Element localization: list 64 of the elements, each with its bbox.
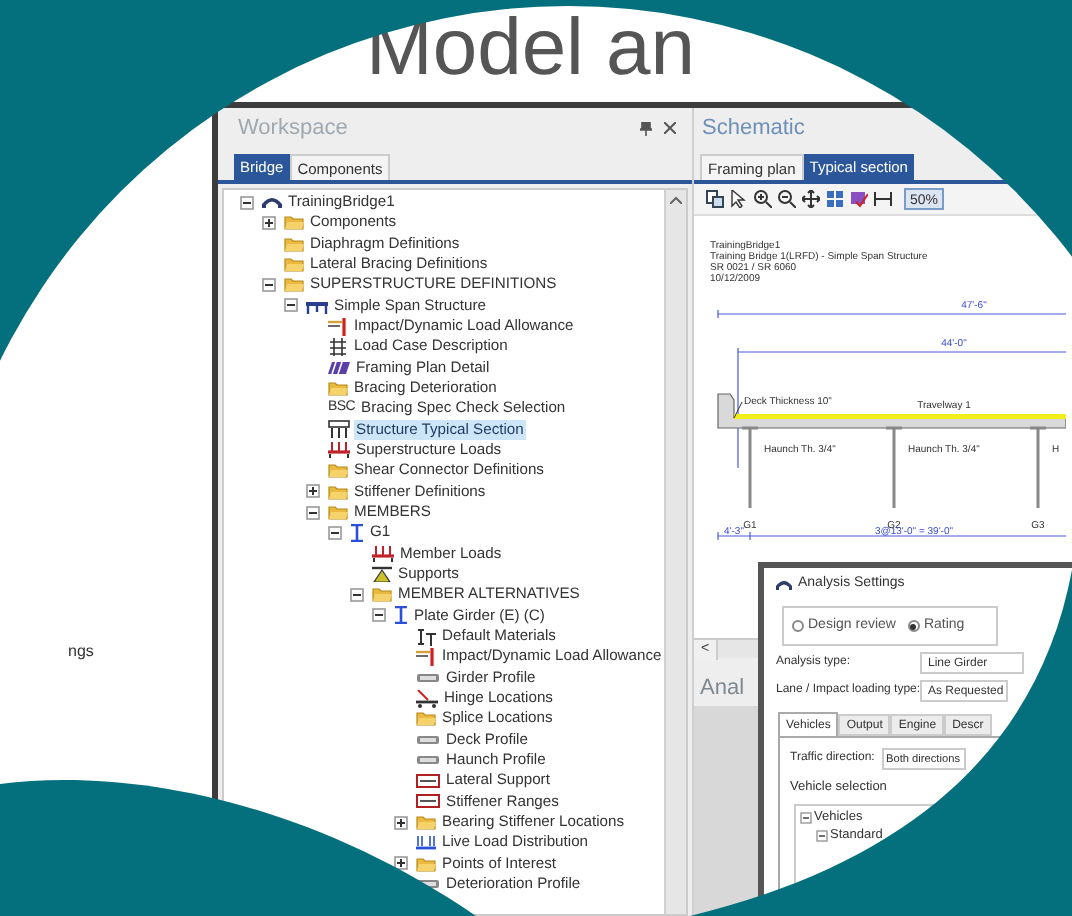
folder-icon bbox=[416, 814, 436, 830]
section-icon bbox=[328, 420, 350, 439]
expand-icon[interactable] bbox=[306, 484, 320, 499]
collapse-icon[interactable] bbox=[240, 195, 254, 210]
close-icon bbox=[664, 122, 676, 134]
panel-title: Workspace bbox=[238, 113, 348, 144]
layers-icon[interactable] bbox=[850, 190, 868, 208]
hinge-icon bbox=[416, 689, 438, 708]
support-icon bbox=[372, 566, 392, 583]
collapse-icon[interactable] bbox=[262, 277, 276, 292]
range-icon bbox=[416, 794, 440, 809]
girder-drawing bbox=[884, 426, 904, 510]
arch-icon bbox=[262, 194, 282, 211]
distribution-icon bbox=[416, 833, 436, 852]
folder-icon bbox=[284, 235, 304, 252]
loads-icon bbox=[328, 442, 350, 459]
folder-icon bbox=[328, 483, 348, 500]
i-beam-icon bbox=[350, 523, 364, 542]
pan-icon[interactable] bbox=[802, 190, 820, 208]
panel-title: Anal bbox=[700, 674, 745, 702]
zoom-out-icon[interactable] bbox=[778, 190, 796, 208]
collapse-icon[interactable] bbox=[328, 525, 342, 540]
side-text: ngs bbox=[68, 640, 94, 664]
dimension-icon[interactable] bbox=[874, 190, 892, 208]
folder-icon bbox=[328, 462, 348, 479]
i-beam-icon bbox=[394, 606, 408, 625]
folder-icon bbox=[328, 380, 348, 397]
folder-icon bbox=[416, 855, 436, 872]
expand-icon[interactable] bbox=[262, 215, 276, 230]
zoom-in-icon[interactable] bbox=[754, 190, 772, 208]
folder-icon bbox=[284, 256, 304, 273]
arch-icon bbox=[776, 578, 792, 590]
collapse-icon[interactable] bbox=[350, 587, 364, 602]
pointer-icon[interactable] bbox=[730, 190, 748, 208]
profile-icon bbox=[416, 733, 440, 746]
girder-drawing bbox=[1028, 426, 1048, 510]
load-case-icon bbox=[328, 337, 348, 356]
range-icon bbox=[416, 773, 440, 788]
scroll-up-icon bbox=[670, 196, 682, 204]
plan-icon bbox=[328, 359, 350, 376]
profile-icon bbox=[416, 754, 440, 767]
expand-icon[interactable] bbox=[394, 856, 408, 871]
collapse-icon[interactable] bbox=[306, 505, 320, 520]
marker-icon bbox=[416, 647, 436, 666]
pin-icon bbox=[640, 121, 652, 135]
marker-icon bbox=[328, 317, 348, 336]
collapse-icon[interactable] bbox=[372, 608, 386, 623]
folder-icon bbox=[284, 214, 304, 231]
copy-icon[interactable] bbox=[706, 190, 724, 208]
folder-icon bbox=[416, 710, 436, 727]
scrollbar[interactable] bbox=[664, 190, 686, 914]
expand-icon[interactable] bbox=[394, 815, 408, 829]
collapse-icon[interactable] bbox=[284, 298, 298, 313]
folder-icon bbox=[284, 276, 304, 293]
folder-icon bbox=[372, 586, 392, 603]
leader-line bbox=[733, 401, 743, 419]
panel-title: Schematic bbox=[700, 113, 807, 144]
folder-icon bbox=[328, 504, 348, 521]
profile-icon bbox=[416, 671, 440, 684]
loads-icon bbox=[372, 545, 394, 562]
girder-drawing bbox=[740, 426, 760, 510]
beam-icon bbox=[306, 297, 328, 314]
materials-icon bbox=[416, 627, 436, 646]
grid-icon[interactable] bbox=[826, 190, 844, 208]
